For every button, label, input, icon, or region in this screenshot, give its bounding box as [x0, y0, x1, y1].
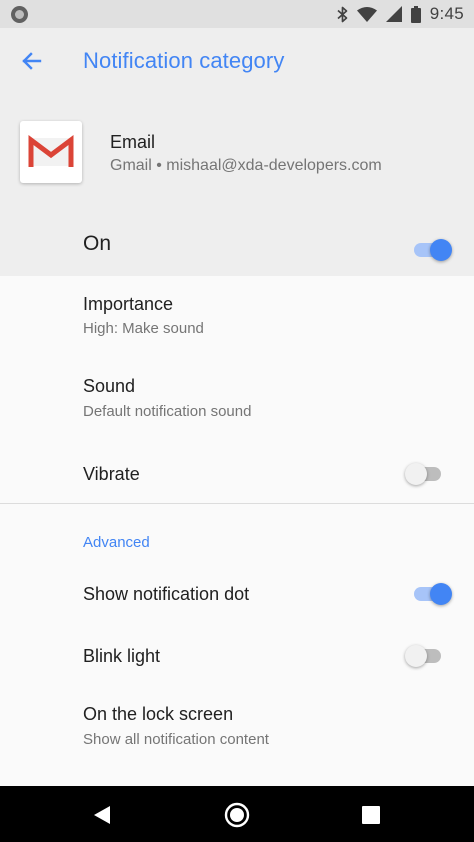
recents-square-icon [362, 806, 380, 824]
sound-summary: Default notification sound [83, 403, 252, 420]
lock-screen-summary: Show all notification content [83, 731, 269, 748]
importance-summary: High: Make sound [83, 320, 204, 337]
importance-title: Importance [83, 294, 174, 314]
nav-home-button[interactable] [222, 800, 252, 830]
importance-row[interactable]: Importance High: Make sound [0, 276, 474, 358]
cellular-signal-icon [385, 6, 402, 22]
nav-back-button[interactable] [88, 800, 118, 830]
navigation-bar [0, 786, 474, 842]
app-account: Gmail • mishaal@xda-developers.com [110, 157, 382, 174]
main-toggle-label: On [83, 232, 112, 255]
main-toggle-switch[interactable] [414, 237, 454, 263]
lock-screen-title: On the lock screen [83, 704, 234, 724]
section-divider [0, 503, 474, 504]
sound-row[interactable]: Sound Default notification sound [0, 358, 474, 442]
app-name: Email [110, 132, 156, 152]
blink-light-row[interactable]: Blink light [0, 626, 474, 686]
app-header: Notification category Email Gmail • mish… [0, 28, 474, 276]
status-icons: 9:45 [337, 4, 464, 24]
vibrate-row[interactable]: Vibrate [0, 442, 474, 504]
vibrate-title: Vibrate [83, 464, 140, 484]
blink-light-title: Blink light [83, 646, 161, 666]
notification-dot-icon [11, 6, 28, 23]
back-button[interactable] [17, 46, 47, 76]
arrow-left-icon [22, 52, 42, 70]
notification-dot-row[interactable]: Show notification dot [0, 566, 474, 624]
notification-dot-switch[interactable] [414, 581, 454, 607]
battery-icon [410, 5, 421, 23]
home-circle-icon [224, 802, 250, 828]
status-time: 9:45 [429, 4, 464, 23]
notification-dot-title: Show notification dot [83, 584, 250, 604]
nav-recents-button[interactable] [356, 800, 386, 830]
sound-title: Sound [83, 376, 136, 396]
lock-screen-row[interactable]: On the lock screen Show all notification… [0, 688, 474, 772]
gmail-logo-icon [28, 135, 74, 167]
status-bar: 9:45 [0, 0, 474, 28]
page-title: Notification category [83, 48, 285, 73]
app-icon-tile [20, 121, 82, 183]
vibrate-switch[interactable] [405, 461, 447, 487]
bluetooth-icon [337, 6, 348, 22]
advanced-section-header: Advanced [83, 534, 150, 551]
wifi-icon [356, 7, 377, 22]
main-toggle-row[interactable]: On [0, 224, 474, 276]
blink-light-switch[interactable] [405, 643, 447, 669]
back-triangle-icon [94, 806, 110, 824]
